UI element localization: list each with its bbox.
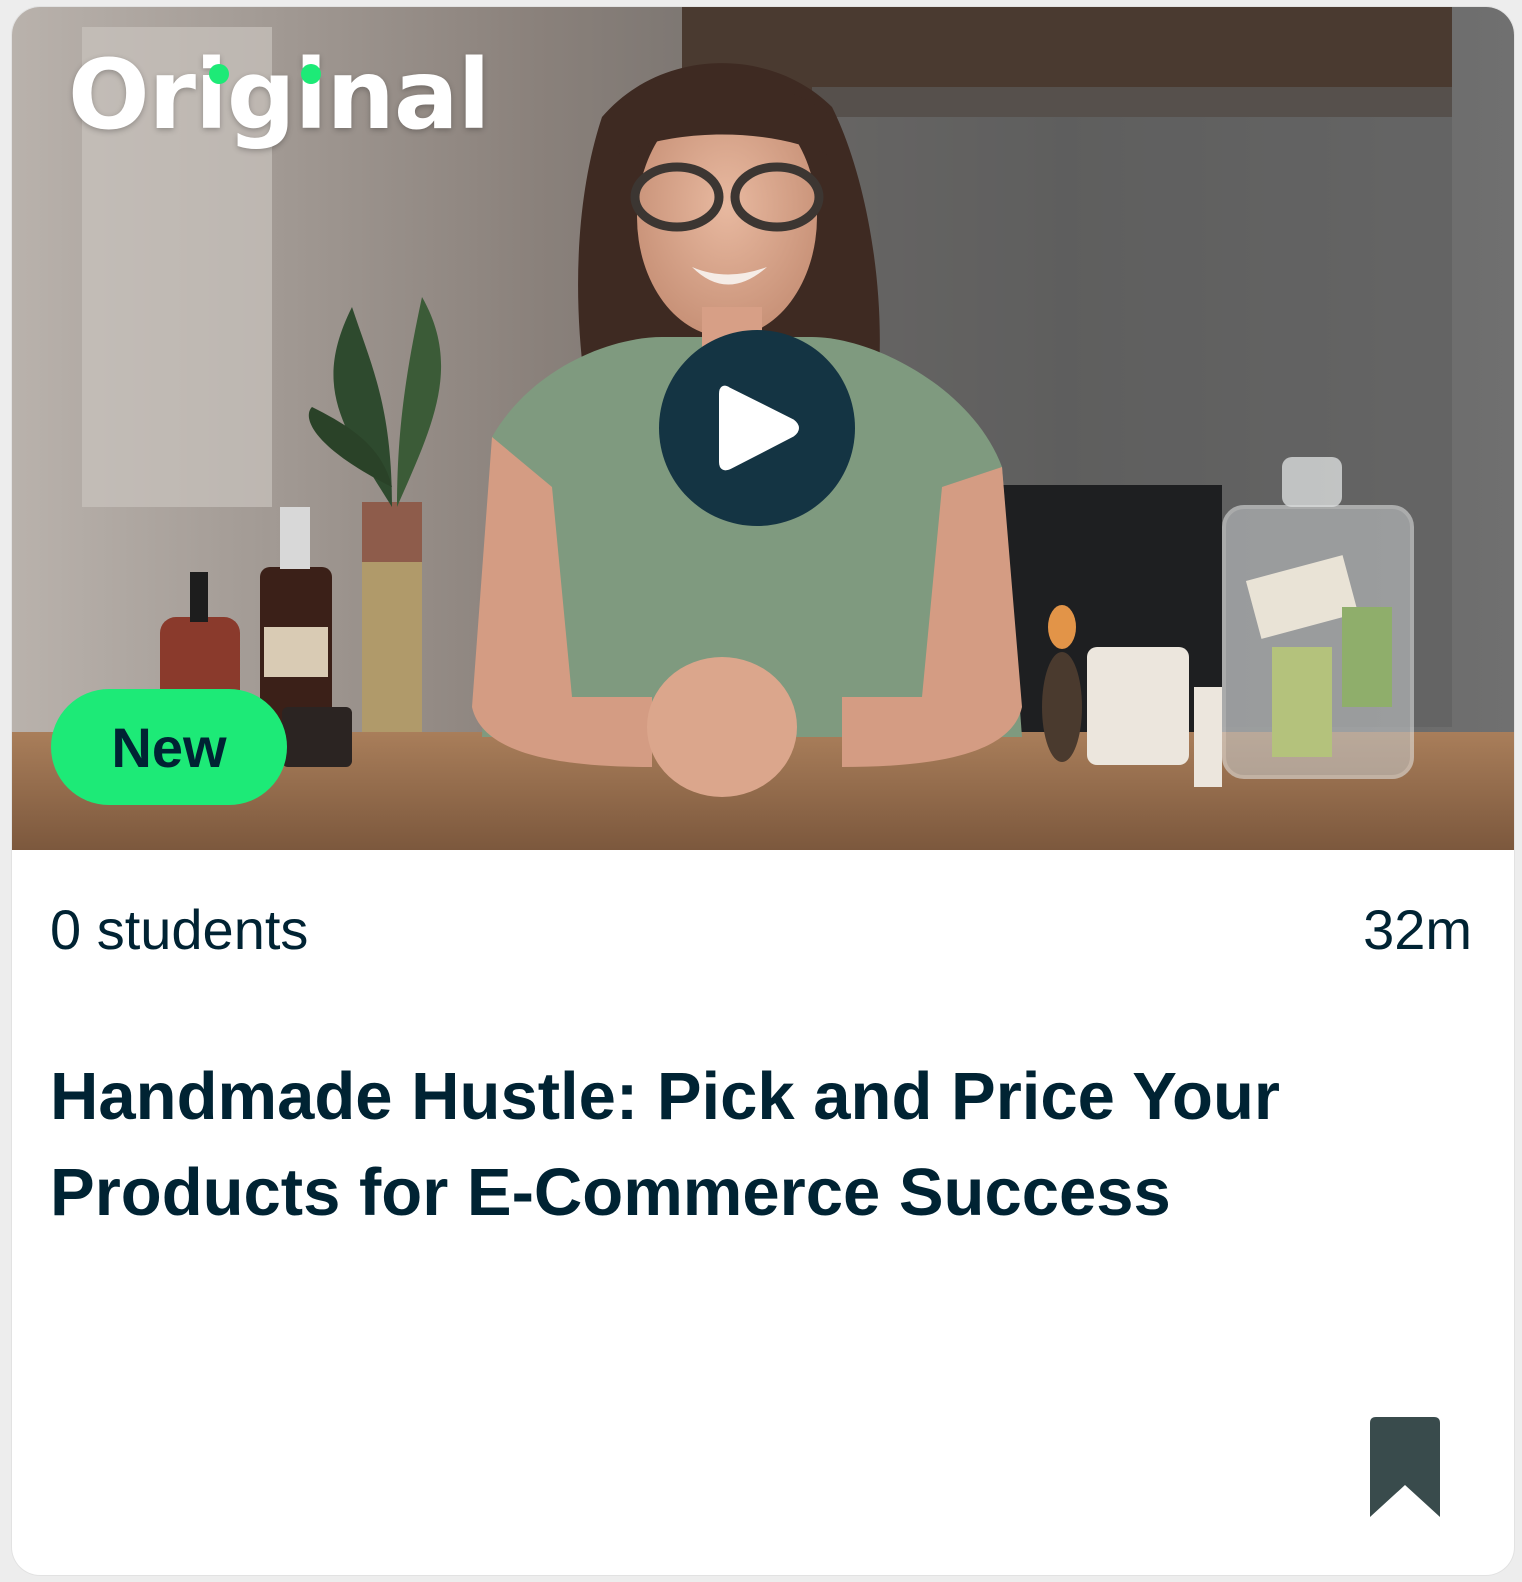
students-count: 0 students bbox=[50, 898, 309, 961]
new-badge: New bbox=[51, 689, 287, 805]
course-duration: 32m bbox=[1363, 898, 1472, 961]
course-thumbnail[interactable]: Original New bbox=[12, 7, 1514, 850]
brand-badge-original: Original bbox=[68, 47, 491, 143]
play-icon bbox=[719, 385, 799, 471]
course-meta: 0 students 32m bbox=[50, 900, 1472, 960]
course-title[interactable]: Handmade Hustle: Pick and Price Your Pro… bbox=[50, 1049, 1430, 1241]
course-card[interactable]: Original New 0 students 32m Handmade Hus… bbox=[12, 7, 1514, 1575]
new-badge-label: New bbox=[111, 715, 227, 779]
bookmark-icon[interactable] bbox=[1370, 1417, 1440, 1517]
play-button[interactable] bbox=[659, 330, 855, 526]
